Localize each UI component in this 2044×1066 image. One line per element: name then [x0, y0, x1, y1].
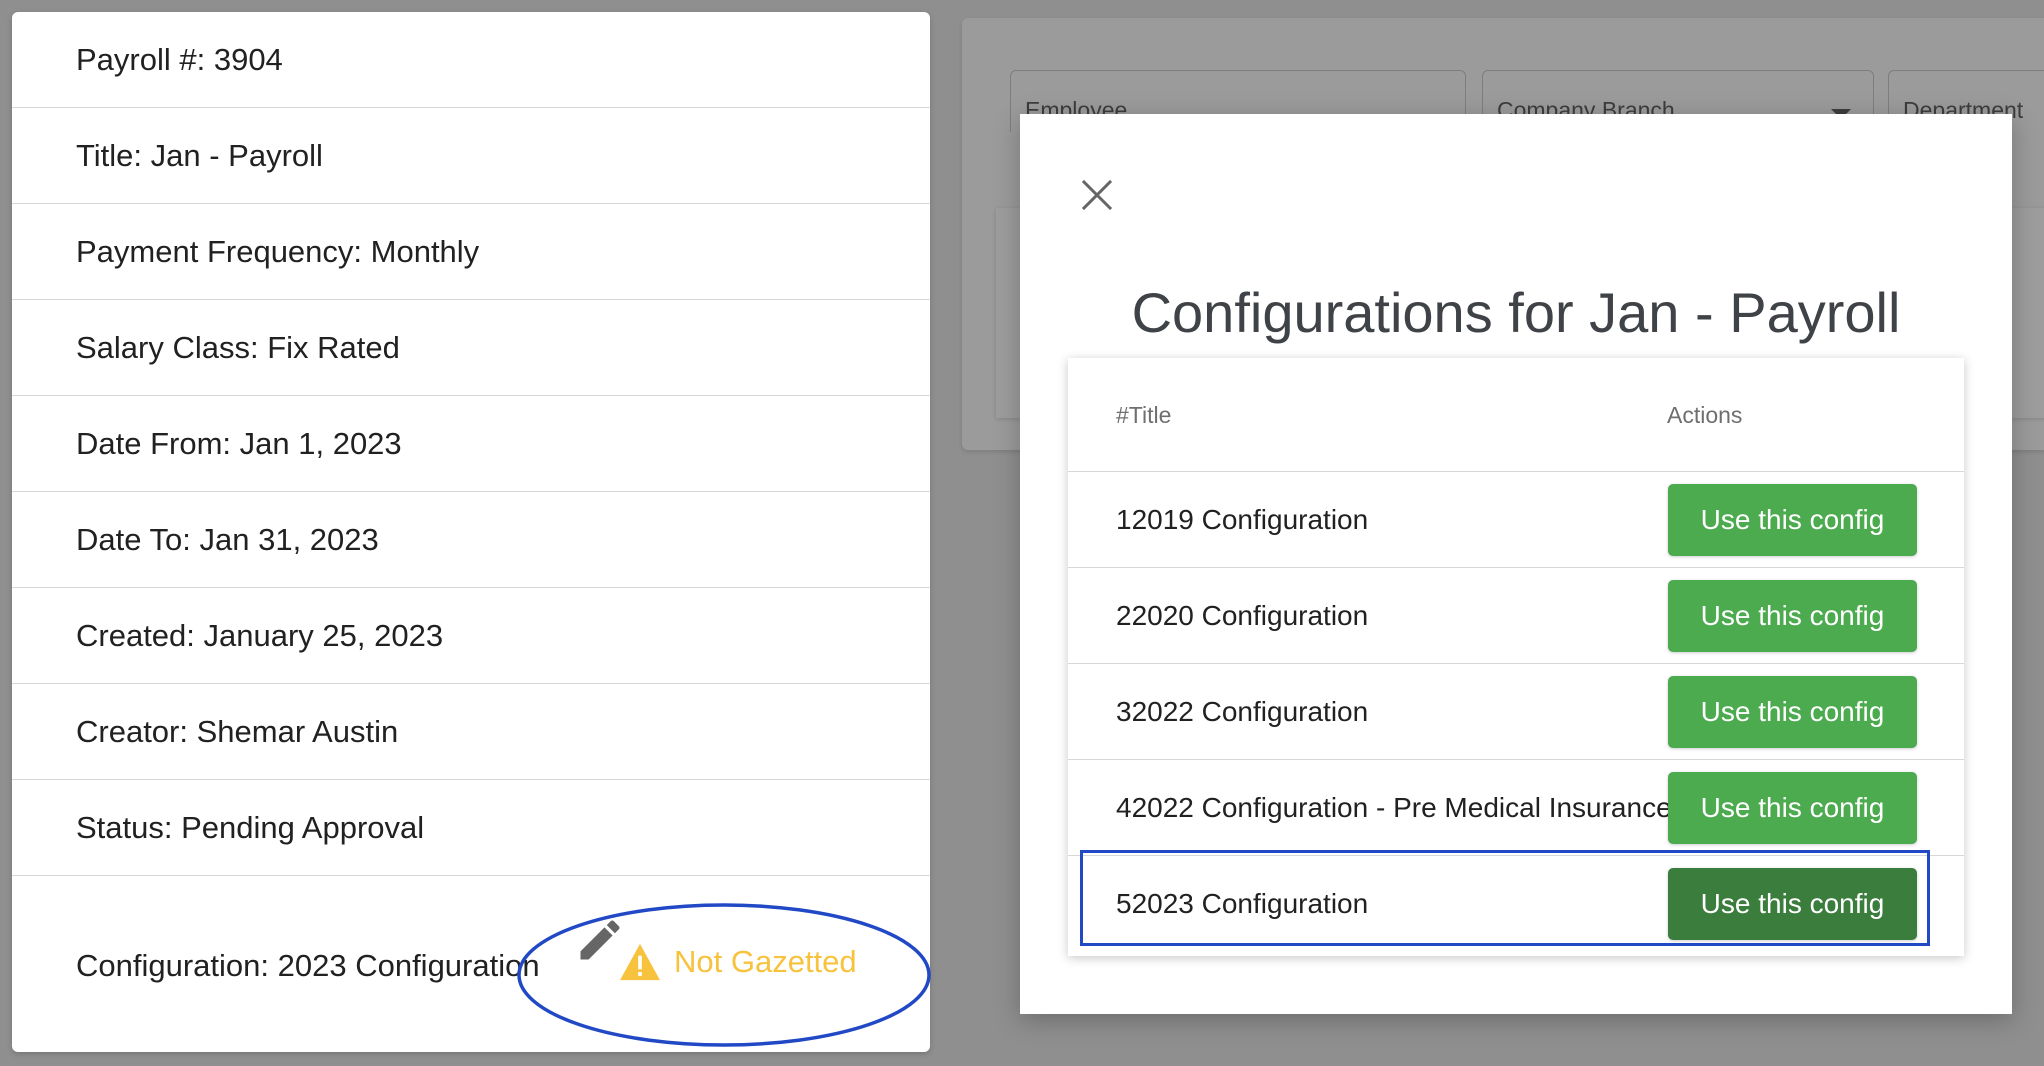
use-config-button[interactable]: Use this config — [1668, 580, 1917, 652]
detail-row-payroll-number: Payroll #: 3904 — [12, 12, 930, 108]
config-title-cell: 32022 Configuration — [1116, 696, 1369, 727]
close-icon[interactable] — [1080, 178, 1114, 212]
detail-row-title: Title: Jan - Payroll — [12, 108, 930, 204]
use-config-button[interactable]: Use this config — [1668, 484, 1917, 556]
use-config-button-selected[interactable]: Use this config — [1668, 868, 1917, 940]
date-from-text: Date From: Jan 1, 2023 — [76, 426, 402, 461]
detail-row-date-from: Date From: Jan 1, 2023 — [12, 396, 930, 492]
created-date-text: Created: January 25, 2023 — [76, 618, 444, 653]
config-title-cell: 12019 Configuration — [1116, 504, 1369, 535]
table-row-selected: 52023 Configuration Use this config — [1068, 856, 1964, 952]
detail-row-salary-class: Salary Class: Fix Rated — [12, 300, 930, 396]
creator-text: Creator: Shemar Austin — [76, 714, 399, 749]
use-config-button[interactable]: Use this config — [1668, 772, 1917, 844]
payroll-title-text: Title: Jan - Payroll — [76, 138, 323, 173]
detail-row-created: Created: January 25, 2023 — [12, 588, 930, 684]
gazette-status-badge: Not Gazetted — [618, 934, 857, 990]
configuration-text: Configuration: 2023 Configuration — [76, 948, 540, 983]
detail-row-payment-frequency: Payment Frequency: Monthly — [12, 204, 930, 300]
config-title-cell: 22020 Configuration — [1116, 600, 1369, 631]
config-title-cell: 42022 Configuration - Pre Medical Insura… — [1116, 792, 1672, 823]
warning-triangle-icon — [618, 942, 662, 982]
table-row: 42022 Configuration - Pre Medical Insura… — [1068, 760, 1964, 856]
configurations-table: #Title Actions 12019 Configuration Use t… — [1068, 358, 1964, 956]
payroll-details-card: Payroll #: 3904 Title: Jan - Payroll Pay… — [12, 12, 930, 1052]
table-row: 22020 Configuration Use this config — [1068, 568, 1964, 664]
gazette-status-text: Not Gazetted — [674, 944, 857, 979]
date-to-text: Date To: Jan 31, 2023 — [76, 522, 379, 557]
use-config-button[interactable]: Use this config — [1668, 676, 1917, 748]
table-row: 32022 Configuration Use this config — [1068, 664, 1964, 760]
column-header-actions: Actions — [1667, 402, 1743, 428]
status-text: Status: Pending Approval — [76, 810, 425, 845]
column-header-title: #Title — [1116, 402, 1172, 428]
payroll-number-text: Payroll #: 3904 — [76, 42, 283, 77]
configurations-modal: Configurations for Jan - Payroll #Title … — [1020, 114, 2012, 1014]
table-row: 12019 Configuration Use this config — [1068, 472, 1964, 568]
payment-frequency-text: Payment Frequency: Monthly — [76, 234, 480, 269]
detail-row-status: Status: Pending Approval — [12, 780, 930, 876]
config-title-cell: 52023 Configuration — [1116, 888, 1369, 919]
detail-row-creator: Creator: Shemar Austin — [12, 684, 930, 780]
detail-row-configuration: Configuration: 2023 Configuration Not Ga… — [12, 920, 930, 1052]
modal-title: Configurations for Jan - Payroll — [1131, 281, 1901, 344]
salary-class-text: Salary Class: Fix Rated — [76, 330, 400, 365]
table-header: #Title Actions — [1068, 358, 1964, 472]
detail-row-date-to: Date To: Jan 31, 2023 — [12, 492, 930, 588]
